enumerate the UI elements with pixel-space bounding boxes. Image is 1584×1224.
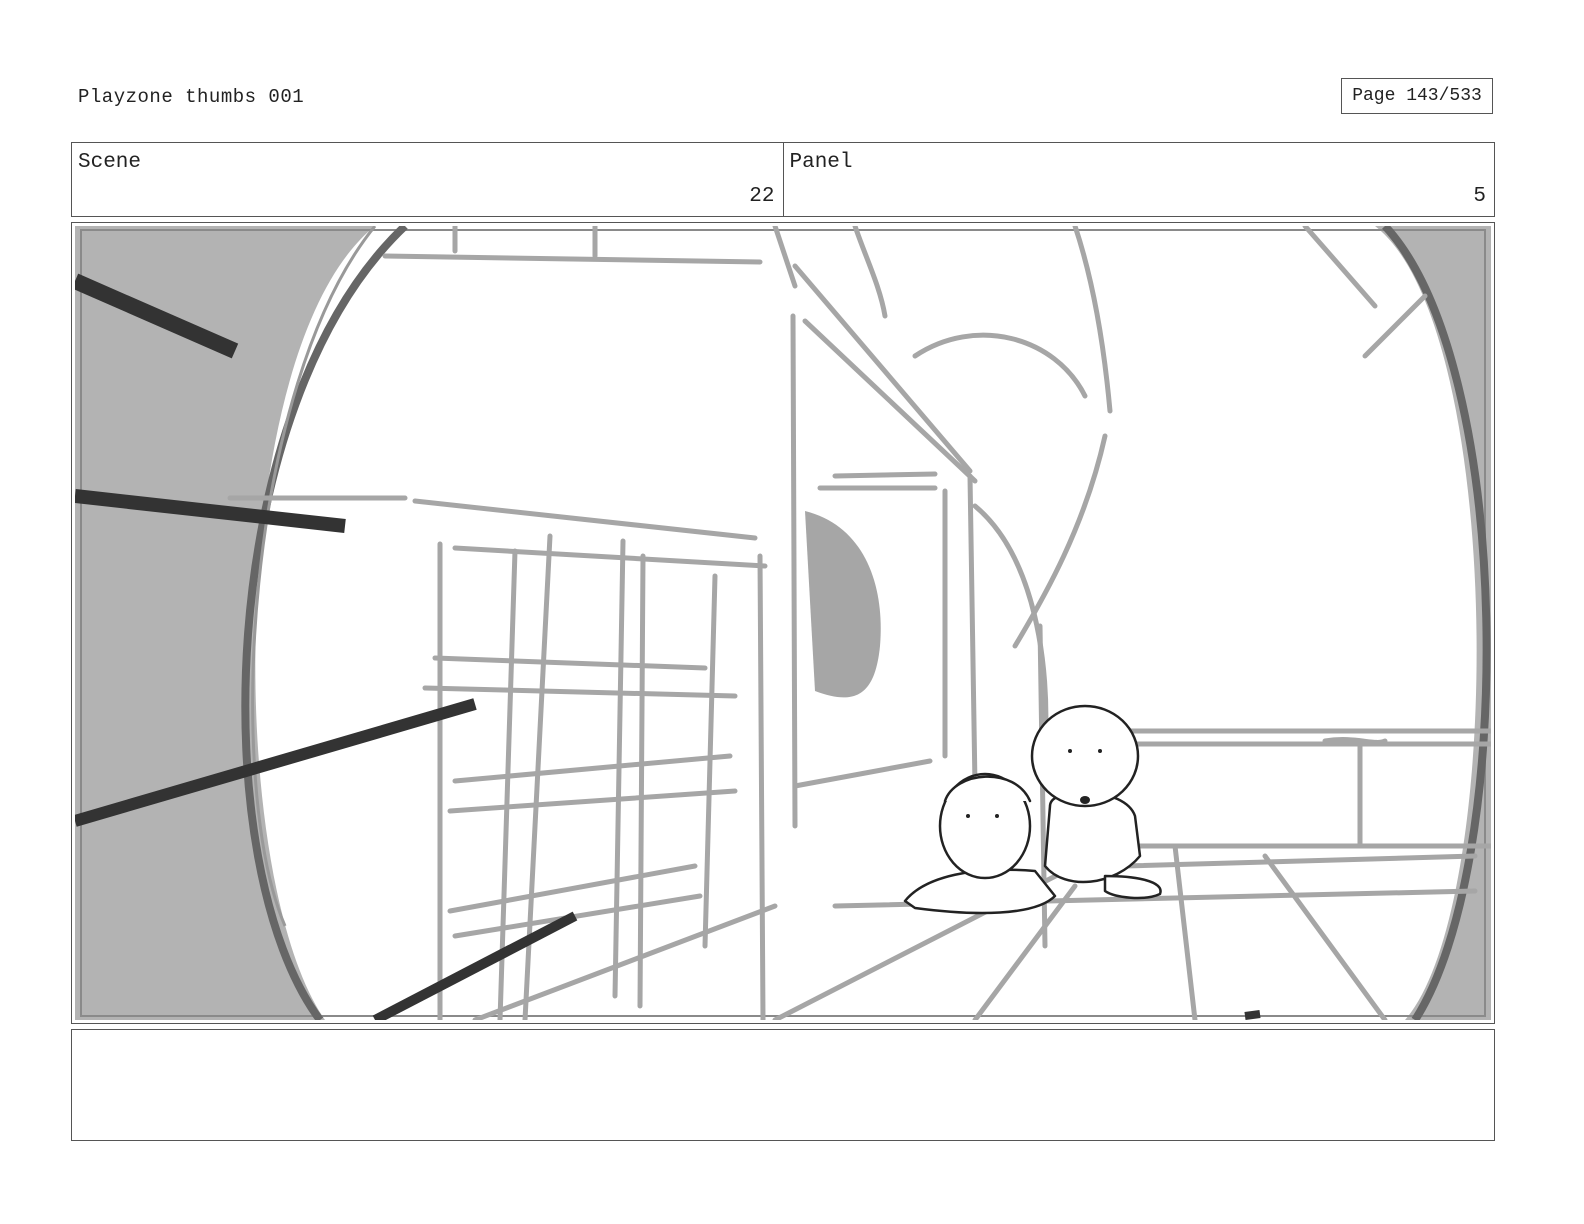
panel-number: 5 [1473,185,1486,208]
panel-cell: Panel 5 [782,143,1495,216]
scene-cell: Scene 22 [72,143,783,216]
storyboard-frame [71,222,1495,1024]
page-indicator: Page 143/533 [1341,78,1493,114]
scene-number: 22 [749,185,775,208]
lens-vignette [75,226,1491,1020]
scene-label: Scene [78,151,142,174]
panel-info-row: Scene 22 Panel 5 [71,142,1495,217]
storyboard-sketch [75,226,1491,1020]
panel-notes [71,1029,1495,1141]
panel-label: Panel [789,151,853,174]
document-title: Playzone thumbs 001 [78,86,305,108]
